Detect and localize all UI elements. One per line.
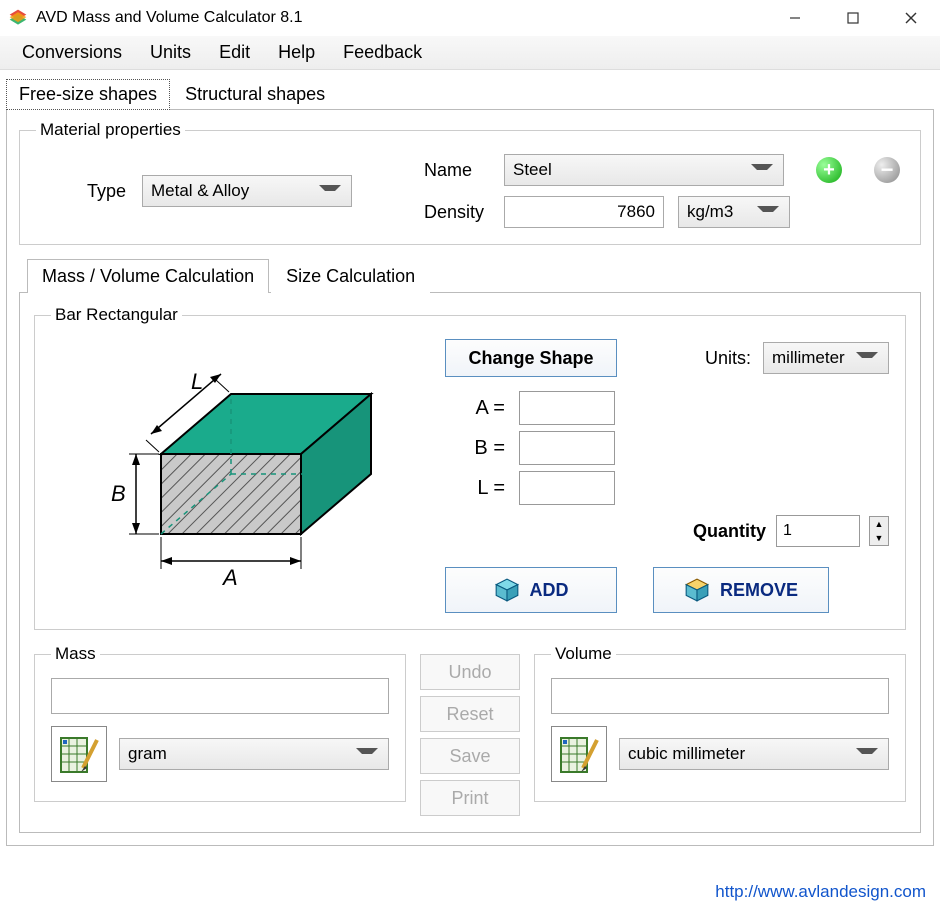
material-legend: Material properties (36, 120, 185, 140)
dim-b-input[interactable] (519, 431, 615, 465)
app-icon (8, 8, 28, 28)
type-label: Type (36, 181, 126, 202)
svg-text:L: L (191, 369, 203, 394)
add-material-button[interactable] (816, 157, 842, 183)
dim-a-label: A = (459, 397, 505, 420)
dim-b-label: B = (459, 437, 505, 460)
quantity-label: Quantity (693, 521, 766, 542)
dim-a-input[interactable] (519, 391, 615, 425)
mass-output (51, 678, 389, 714)
menu-conversions[interactable]: Conversions (8, 38, 136, 67)
calculation-panel: Bar Rectangular (19, 292, 921, 833)
add-button[interactable]: ADD (445, 567, 617, 613)
volume-unit-select[interactable]: cubic millimeter (619, 738, 889, 770)
close-button[interactable] (882, 0, 940, 36)
svg-text:A: A (221, 565, 238, 590)
volume-output (551, 678, 889, 714)
mass-group: Mass (34, 644, 406, 802)
main-panel: Material properties Type Metal & Alloy N… (6, 109, 934, 846)
dim-l-input[interactable] (519, 471, 615, 505)
window-title: AVD Mass and Volume Calculator 8.1 (36, 9, 766, 27)
quantity-spinner[interactable]: ▲▼ (869, 516, 889, 546)
print-button[interactable]: Print (420, 780, 520, 816)
units-select[interactable]: millimeter (763, 342, 889, 374)
dim-l-label: L = (459, 477, 505, 500)
remove-material-button[interactable] (874, 157, 900, 183)
type-select[interactable]: Metal & Alloy (142, 175, 352, 207)
sub-tabstrip: Mass / Volume Calculation Size Calculati… (19, 259, 921, 293)
name-select[interactable]: Steel (504, 154, 784, 186)
density-unit-select[interactable]: kg/m3 (678, 196, 790, 228)
titlebar: AVD Mass and Volume Calculator 8.1 (0, 0, 940, 36)
save-button[interactable]: Save (420, 738, 520, 774)
svg-text:B: B (111, 481, 126, 506)
undo-button[interactable]: Undo (420, 654, 520, 690)
menubar: Conversions Units Edit Help Feedback (0, 36, 940, 70)
main-tabstrip: Free-size shapes Structural shapes (6, 78, 934, 109)
cube-icon (494, 577, 520, 603)
mass-unit-select[interactable]: gram (119, 738, 389, 770)
tab-mass-volume[interactable]: Mass / Volume Calculation (27, 259, 269, 293)
shape-diagram: L B A (51, 339, 421, 599)
tab-structural-shapes[interactable]: Structural shapes (172, 79, 338, 109)
reset-button[interactable]: Reset (420, 696, 520, 732)
remove-button[interactable]: REMOVE (653, 567, 829, 613)
action-buttons: Undo Reset Save Print (420, 644, 520, 816)
shape-legend: Bar Rectangular (51, 305, 182, 325)
change-shape-button[interactable]: Change Shape (445, 339, 617, 377)
mass-calc-icon[interactable] (51, 726, 107, 782)
volume-calc-icon[interactable] (551, 726, 607, 782)
density-input[interactable]: 7860 (504, 196, 664, 228)
volume-legend: Volume (551, 644, 616, 664)
shape-group: Bar Rectangular (34, 305, 906, 630)
volume-group: Volume (534, 644, 906, 802)
maximize-button[interactable] (824, 0, 882, 36)
mass-legend: Mass (51, 644, 100, 664)
units-label: Units: (705, 348, 751, 369)
menu-help[interactable]: Help (264, 38, 329, 67)
density-label: Density (424, 202, 490, 223)
material-properties-group: Material properties Type Metal & Alloy N… (19, 120, 921, 245)
menu-units[interactable]: Units (136, 38, 205, 67)
tab-size-calculation[interactable]: Size Calculation (271, 259, 430, 293)
menu-feedback[interactable]: Feedback (329, 38, 436, 67)
quantity-input[interactable]: 1 (776, 515, 860, 547)
name-label: Name (424, 160, 490, 181)
cube-remove-icon (684, 577, 710, 603)
footer-link[interactable]: http://www.avlandesign.com (715, 882, 926, 902)
minimize-button[interactable] (766, 0, 824, 36)
menu-edit[interactable]: Edit (205, 38, 264, 67)
tab-free-size-shapes[interactable]: Free-size shapes (6, 79, 170, 110)
